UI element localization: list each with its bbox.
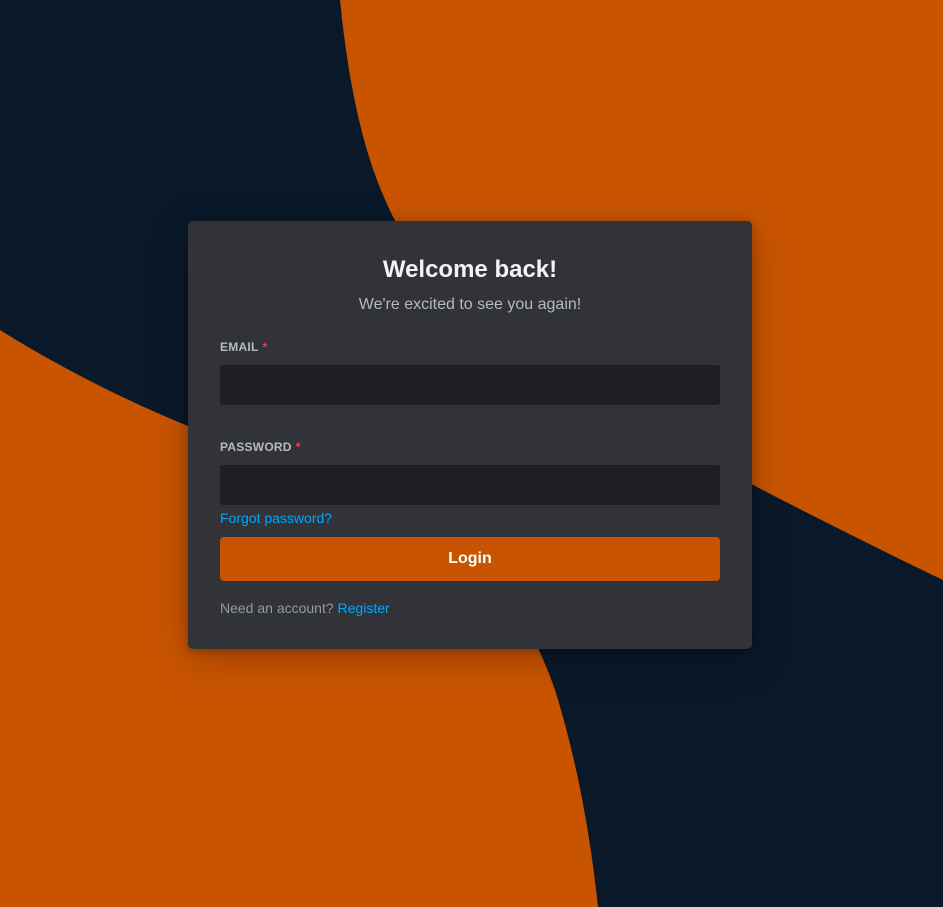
register-link[interactable]: Register	[338, 600, 390, 616]
password-label: PASSWORD *	[220, 439, 301, 455]
email-field[interactable]	[220, 365, 720, 405]
password-field[interactable]	[220, 465, 720, 505]
password-required-mark: *	[295, 440, 301, 454]
forgot-password-link[interactable]: Forgot password?	[220, 509, 332, 527]
login-card: Welcome back! We're excited to see you a…	[188, 221, 752, 649]
email-required-mark: *	[262, 340, 268, 354]
password-label-text: PASSWORD	[220, 440, 292, 454]
welcome-subtitle: We're excited to see you again!	[358, 296, 582, 313]
welcome-title: Welcome back!	[382, 256, 558, 283]
email-label: EMAIL *	[220, 339, 267, 355]
login-button[interactable]: Login	[220, 537, 720, 581]
register-prompt: Need an account?	[220, 600, 334, 616]
register-prompt-line: Need an account? Register	[220, 599, 390, 617]
email-label-text: EMAIL	[220, 340, 259, 354]
